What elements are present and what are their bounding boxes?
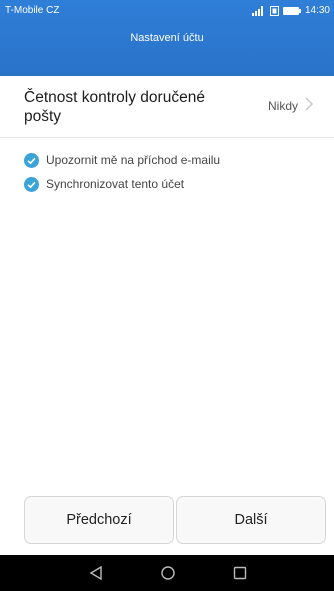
clock: 14:30	[304, 5, 330, 16]
check-frequency-row[interactable]: Četnost kontroly doručené pošty Nikdy	[0, 76, 334, 138]
notify-email-label: Upozornit mě na příchod e-mailu	[46, 153, 221, 167]
chevron-right-icon	[305, 97, 314, 111]
signal-icon	[251, 6, 263, 16]
checkbox-checked-icon[interactable]	[24, 176, 39, 192]
home-icon[interactable]	[160, 565, 176, 581]
check-frequency-value: Nikdy	[267, 99, 298, 113]
battery-icon	[282, 7, 301, 15]
data-icon	[269, 6, 279, 16]
previous-button[interactable]: Předchozí	[24, 496, 174, 544]
page-title: Nastavení účtu	[130, 32, 204, 44]
app-header: T-Mobile CZ 14:30 Nastavení účtu	[0, 0, 334, 76]
sync-account-option[interactable]: Synchronizovat tento účet	[24, 174, 184, 194]
check-frequency-label: Četnost kontroly doručené pošty	[24, 89, 205, 125]
next-button[interactable]: Další	[176, 496, 326, 544]
recents-icon[interactable]	[232, 565, 248, 581]
navigation-bar	[0, 555, 334, 591]
notify-email-option[interactable]: Upozornit mě na příchod e-mailu	[24, 150, 220, 170]
back-icon[interactable]	[88, 565, 104, 581]
status-icons: 14:30	[251, 0, 330, 22]
sync-account-label: Synchronizovat tento účet	[46, 177, 185, 191]
checkbox-checked-icon[interactable]	[24, 152, 39, 168]
carrier-name: T-Mobile CZ	[5, 5, 60, 16]
status-bar: T-Mobile CZ 14:30	[0, 0, 334, 22]
